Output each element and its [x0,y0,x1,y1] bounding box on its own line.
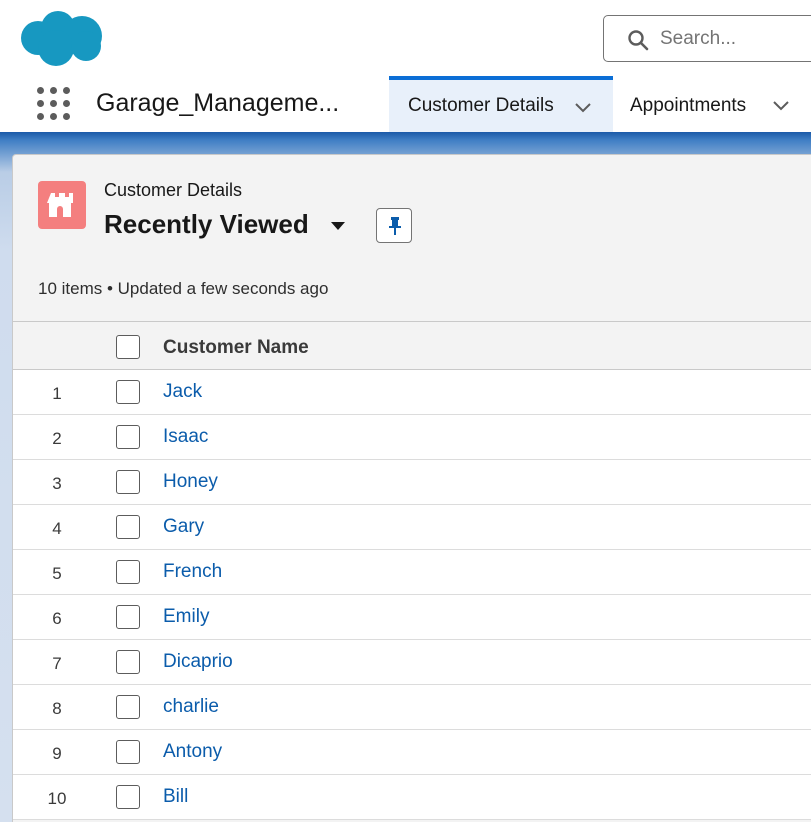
row-checkbox[interactable] [116,740,140,764]
row-number: 4 [52,519,62,538]
object-label: Customer Details [104,180,243,200]
tab-customer-details[interactable]: Customer Details [389,76,613,132]
app-launcher-icon[interactable] [37,87,71,121]
global-search[interactable] [603,15,811,62]
row-number: 3 [52,474,62,493]
customer-name-link[interactable]: Jack [163,381,202,403]
table-row: 7 Dicaprio [13,640,811,685]
chevron-down-icon[interactable] [773,101,789,111]
row-number: 5 [52,564,62,583]
row-checkbox[interactable] [116,605,140,629]
customer-name-link[interactable]: Gary [163,516,204,538]
row-checkbox[interactable] [116,425,140,449]
row-checkbox[interactable] [116,515,140,539]
row-checkbox[interactable] [116,650,140,674]
table-row: 8 charlie [13,685,811,730]
row-checkbox[interactable] [116,560,140,584]
search-icon [628,30,649,51]
column-header-customer-name[interactable]: Customer Name [163,337,309,359]
row-checkbox[interactable] [116,695,140,719]
table-row: 5 French [13,550,811,595]
data-table: Customer Name 1 Jack 2 Isaac 3 Honey 4 Gary 5 Fre… [13,321,811,820]
table-row: 9 Antony [13,730,811,775]
chevron-down-icon[interactable] [575,103,591,113]
row-number: 9 [52,744,62,763]
customer-name-link[interactable]: Honey [163,471,218,493]
pin-button[interactable] [376,208,412,243]
castle-icon [38,181,86,229]
customer-name-link[interactable]: Bill [163,786,188,808]
salesforce-logo[interactable] [16,8,106,70]
tab-label: Appointments [630,95,747,116]
select-all-checkbox[interactable] [116,335,140,359]
list-view-title[interactable]: Recently Viewed [104,209,309,240]
customer-name-link[interactable]: French [163,561,222,583]
list-view-card: Customer Details Recently Viewed 10 item… [12,154,811,822]
row-number: 1 [52,384,62,403]
row-number: 7 [52,654,62,673]
row-checkbox[interactable] [116,785,140,809]
customer-name-link[interactable]: Emily [163,606,209,628]
customer-name-link[interactable]: Antony [163,741,222,763]
tab-appointments[interactable]: Appointments [613,80,811,132]
row-number: 2 [52,429,62,448]
table-row: 6 Emily [13,595,811,640]
row-checkbox[interactable] [116,470,140,494]
app-name: Garage_Manageme... [96,89,340,117]
table-row: 10 Bill [13,775,811,820]
pin-icon [389,217,401,235]
customer-name-link[interactable]: Isaac [163,426,208,448]
table-row: 3 Honey [13,460,811,505]
customer-name-link[interactable]: Dicaprio [163,651,233,673]
row-number: 6 [52,609,62,628]
row-checkbox[interactable] [116,380,140,404]
table-row: 4 Gary [13,505,811,550]
customer-name-link[interactable]: charlie [163,696,219,718]
caret-down-icon[interactable] [330,221,346,231]
tab-label: Customer Details [408,95,554,116]
table-row: 1 Jack [13,370,811,415]
table-header: Customer Name [13,321,811,370]
row-number: 10 [47,789,67,808]
list-status: 10 items • Updated a few seconds ago [38,279,329,298]
row-number: 8 [52,699,62,718]
table-body: 1 Jack 2 Isaac 3 Honey 4 Gary 5 French 6 Emily 7 Dica… [13,370,811,820]
table-row: 2 Isaac [13,415,811,460]
global-header: Garage_Manageme... Customer Details Appo… [0,0,811,132]
search-input[interactable] [660,24,810,54]
